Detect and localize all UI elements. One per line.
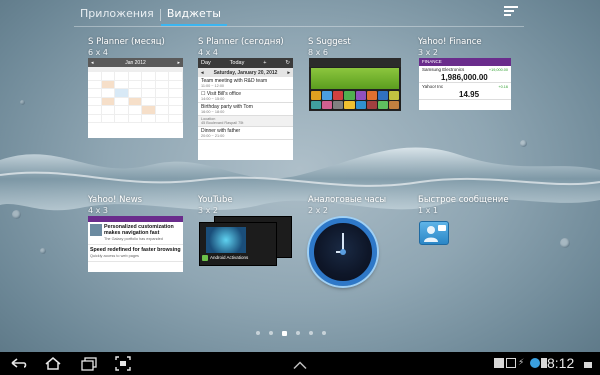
suggest-app-icons xyxy=(309,90,401,110)
widget-size: 2 x 2 xyxy=(308,206,328,215)
widget-title: Аналоговые часы xyxy=(308,195,387,205)
event-item: Birthday party with Tom 16:00 ~ 18:00 xyxy=(198,103,293,116)
video-thumbnail xyxy=(206,227,246,253)
splanner-today-preview[interactable]: Day Today + ↻ ◂ Saturday, January 20, 20… xyxy=(198,58,293,160)
stock-row: Samsung Electronics 1,986,000.00 +19,000… xyxy=(419,66,511,83)
android-icon xyxy=(202,255,208,261)
s-suggest-preview[interactable] xyxy=(309,58,401,111)
calendar-grid xyxy=(88,67,183,123)
day-date: Saturday, January 20, 2012 xyxy=(213,69,278,76)
analog-clock-preview[interactable] xyxy=(309,218,377,286)
yahoo-finance-preview[interactable]: FINANCE Samsung Electronics 1,986,000.00… xyxy=(419,58,511,110)
event-item: ☐ Visit Bill's office 14:00 ~ 15:00 xyxy=(198,90,293,103)
widget-size: 3 x 2 xyxy=(418,48,438,57)
page-dot[interactable] xyxy=(256,331,260,335)
screenshot-icon[interactable] xyxy=(115,356,131,371)
day-view-label: Day xyxy=(201,60,211,66)
stock-row: Yahoo! Inc 14.95 +0.16 xyxy=(419,83,511,100)
widget-title: S Planner (месяц) xyxy=(88,37,165,47)
system-clock: 8:12 xyxy=(547,355,575,371)
tab-widgets[interactable]: Виджеты xyxy=(160,4,227,26)
video-title: Android Activations xyxy=(210,255,249,260)
day-date-bar: ◂ Saturday, January 20, 2012 ▸ xyxy=(198,68,293,77)
water-drop xyxy=(40,248,46,254)
widget-s-suggest[interactable]: S Suggest 8 x 6 xyxy=(308,37,351,57)
home-icon[interactable] xyxy=(44,356,62,371)
widget-size: 4 x 3 xyxy=(88,206,108,215)
widget-title: Yahoo! News xyxy=(88,195,143,205)
widget-size: 8 x 6 xyxy=(308,48,328,57)
news-thumbnail xyxy=(90,224,102,236)
water-drop xyxy=(520,140,527,147)
calendar-next-icon: ▸ xyxy=(177,59,180,66)
gallery-notification-icon xyxy=(494,358,504,368)
widget-size: 3 x 2 xyxy=(198,206,218,215)
water-drop xyxy=(20,100,25,105)
sync-icon xyxy=(530,358,540,368)
news-item: Speed redefined for faster browsing Quic… xyxy=(88,245,183,262)
page-dot-active[interactable] xyxy=(282,330,287,336)
widget-title: YouTube xyxy=(198,195,233,205)
calendar-prev-icon: ◂ xyxy=(91,59,94,66)
page-dot[interactable] xyxy=(296,331,300,335)
prev-day-icon: ◂ xyxy=(201,69,204,76)
page-dot[interactable] xyxy=(322,331,326,335)
signal-icon xyxy=(584,358,592,368)
widget-title: Быстрое сообщение xyxy=(418,195,509,205)
suggest-banner xyxy=(311,68,399,89)
back-icon[interactable] xyxy=(10,356,28,371)
widget-yahoo-news[interactable]: Yahoo! News 4 x 3 xyxy=(88,195,142,215)
water-drop xyxy=(12,210,21,219)
day-header: Day Today + ↻ xyxy=(198,58,293,68)
finance-header: FINANCE xyxy=(419,58,511,66)
water-drop xyxy=(560,238,570,248)
tab-bar: Приложения Виджеты xyxy=(74,4,227,26)
system-bar: ⚡ 8:12 xyxy=(0,352,600,375)
tab-apps[interactable]: Приложения xyxy=(74,4,160,26)
widget-size: 4 x 4 xyxy=(198,48,218,57)
refresh-icon: ↻ xyxy=(285,60,290,66)
message-contact-icon[interactable] xyxy=(419,221,449,245)
page-dot[interactable] xyxy=(309,331,313,335)
calendar-header: ◂ Jan 2012 ▸ xyxy=(88,58,183,67)
widget-quick-message[interactable]: Быстрое сообщение 1 x 1 xyxy=(418,195,509,215)
page-dot[interactable] xyxy=(269,331,273,335)
tab-underline xyxy=(74,26,524,27)
widget-title: S Planner (сегодня) xyxy=(198,37,284,47)
widget-size: 6 x 4 xyxy=(88,48,108,57)
news-item: Personalized customization makes navigat… xyxy=(88,222,183,245)
event-item: Location 45 Boulevard Raspail 75t xyxy=(198,116,293,127)
page-indicator xyxy=(256,330,326,336)
widget-splanner-today[interactable]: S Planner (сегодня) 4 x 4 xyxy=(198,37,284,57)
widget-analog-clock[interactable]: Аналоговые часы 2 x 2 xyxy=(308,195,386,215)
widget-youtube[interactable]: YouTube 3 x 2 xyxy=(198,195,233,215)
yahoo-news-preview[interactable]: Personalized customization makes navigat… xyxy=(88,216,183,272)
recent-apps-icon[interactable] xyxy=(80,356,98,371)
event-item: Team meeting with R&D team 11:00 ~ 12:00 xyxy=(198,77,293,90)
calendar-month: Jan 2012 xyxy=(125,59,146,66)
widget-splanner-month[interactable]: S Planner (месяц) 6 x 4 xyxy=(88,37,165,57)
next-day-icon: ▸ xyxy=(287,69,290,76)
youtube-preview[interactable]: Android Activations xyxy=(199,222,277,266)
widget-title: Yahoo! Finance xyxy=(418,37,482,47)
today-button: Today xyxy=(229,60,245,66)
widget-title: S Suggest xyxy=(308,37,351,47)
add-icon: + xyxy=(263,60,267,66)
usb-icon: ⚡ xyxy=(518,358,525,368)
image-notification-icon xyxy=(506,358,516,368)
chevron-up-icon[interactable] xyxy=(292,358,308,373)
menu-icon[interactable] xyxy=(504,6,518,20)
event-item: Dinner with father 20:00 ~ 21:00 xyxy=(198,127,293,140)
clock-hub xyxy=(340,249,346,255)
widget-yahoo-finance[interactable]: Yahoo! Finance 3 x 2 xyxy=(418,37,482,57)
widget-size: 1 x 1 xyxy=(418,206,438,215)
splanner-month-preview[interactable]: ◂ Jan 2012 ▸ xyxy=(88,58,183,138)
